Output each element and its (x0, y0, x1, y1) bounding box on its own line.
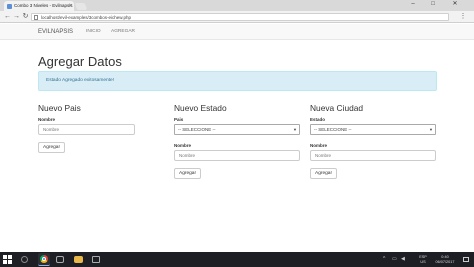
taskbar: ^ ▭ ◀ ESP US 0:40 06/07/2017 (0, 252, 474, 267)
file-explorer-icon[interactable] (74, 256, 83, 263)
back-icon[interactable]: ← (3, 12, 12, 22)
language-indicator[interactable]: ESP US (416, 255, 430, 264)
browser-toolbar: ← → ↻ localhost/evil-examples/3combos-ei… (0, 11, 474, 23)
pais-agregar-button[interactable]: Agregar (38, 142, 65, 153)
clock[interactable]: 0:40 06/07/2017 (431, 255, 459, 264)
task-view-icon[interactable] (56, 256, 64, 263)
estado-nombre-input[interactable] (174, 150, 300, 161)
browser-tab[interactable]: Combo 3 Niveles - Evilnapsis × (4, 1, 74, 11)
volume-icon[interactable]: ◀ (401, 257, 406, 262)
favicon-icon (7, 4, 12, 9)
reload-icon[interactable]: ↻ (21, 12, 30, 22)
select-value: -- SELECCIONE -- (178, 127, 216, 132)
pais-nombre-input[interactable] (38, 124, 135, 135)
store-icon[interactable] (92, 256, 100, 263)
windows-start-icon[interactable] (3, 255, 12, 264)
nav-agregar[interactable]: AGREGAR (111, 24, 135, 40)
close-window-button[interactable]: ✕ (444, 0, 466, 9)
tab-close-icon[interactable]: × (69, 1, 72, 11)
form-heading: Nuevo Pais (38, 103, 81, 113)
form-heading: Nueva Ciudad (310, 103, 364, 113)
chevron-down-icon: ▼ (293, 127, 297, 132)
select-value: -- SELECCIONE -- (314, 127, 352, 132)
form-nueva-ciudad: Nueva Ciudad (310, 103, 436, 114)
label-estado: Estado (310, 117, 326, 122)
brand-link[interactable]: EVILNAPSIS (38, 24, 73, 40)
network-icon[interactable]: ▭ (392, 257, 397, 262)
label-nombre: Nombre (310, 143, 328, 148)
form-heading: Nuevo Estado (174, 103, 227, 113)
site-navbar: EVILNAPSIS INICIO AGREGAR (0, 24, 474, 40)
estado-pais-select[interactable]: -- SELECCIONE -- ▼ (174, 124, 300, 135)
cortana-search-icon[interactable] (21, 256, 28, 263)
browser-titlebar: Combo 3 Niveles - Evilnapsis × – □ ✕ (0, 0, 474, 11)
page-icon (34, 15, 38, 20)
clock-date: 06/07/2017 (435, 259, 455, 264)
chevron-down-icon: ▼ (429, 127, 433, 132)
form-nuevo-pais: Nuevo Pais (38, 103, 164, 114)
new-tab-button[interactable] (74, 3, 88, 10)
address-url: localhost/evil-examples/3combos-eichew.p… (41, 15, 132, 20)
label-pais: Pais (174, 117, 184, 122)
nav-inicio[interactable]: INICIO (86, 24, 101, 40)
label-nombre: Nombre (38, 117, 56, 122)
tray-chevron-up-icon[interactable]: ^ (383, 257, 388, 262)
form-nuevo-estado: Nuevo Estado (174, 103, 300, 114)
ciudad-estado-select[interactable]: -- SELECCIONE -- ▼ (310, 124, 436, 135)
ciudad-nombre-input[interactable] (310, 150, 436, 161)
tab-title: Combo 3 Niveles - Evilnapsis (14, 3, 73, 8)
chrome-taskbar-icon[interactable] (38, 253, 50, 266)
label-nombre: Nombre (174, 143, 192, 148)
notifications-icon[interactable] (463, 257, 469, 262)
language-region: US (420, 259, 426, 264)
minimize-button[interactable]: – (404, 0, 422, 9)
page-title: Agregar Datos (38, 54, 122, 69)
estado-agregar-button[interactable]: Agregar (174, 168, 201, 179)
address-bar[interactable]: localhost/evil-examples/3combos-eichew.p… (31, 13, 449, 21)
ciudad-agregar-button[interactable]: Agregar (310, 168, 337, 179)
maximize-button[interactable]: □ (424, 0, 442, 9)
success-alert: Estado Agregado exitosamente! (38, 71, 437, 91)
browser-menu-icon[interactable]: ⋮ (459, 12, 467, 22)
forward-icon[interactable]: → (12, 12, 21, 22)
